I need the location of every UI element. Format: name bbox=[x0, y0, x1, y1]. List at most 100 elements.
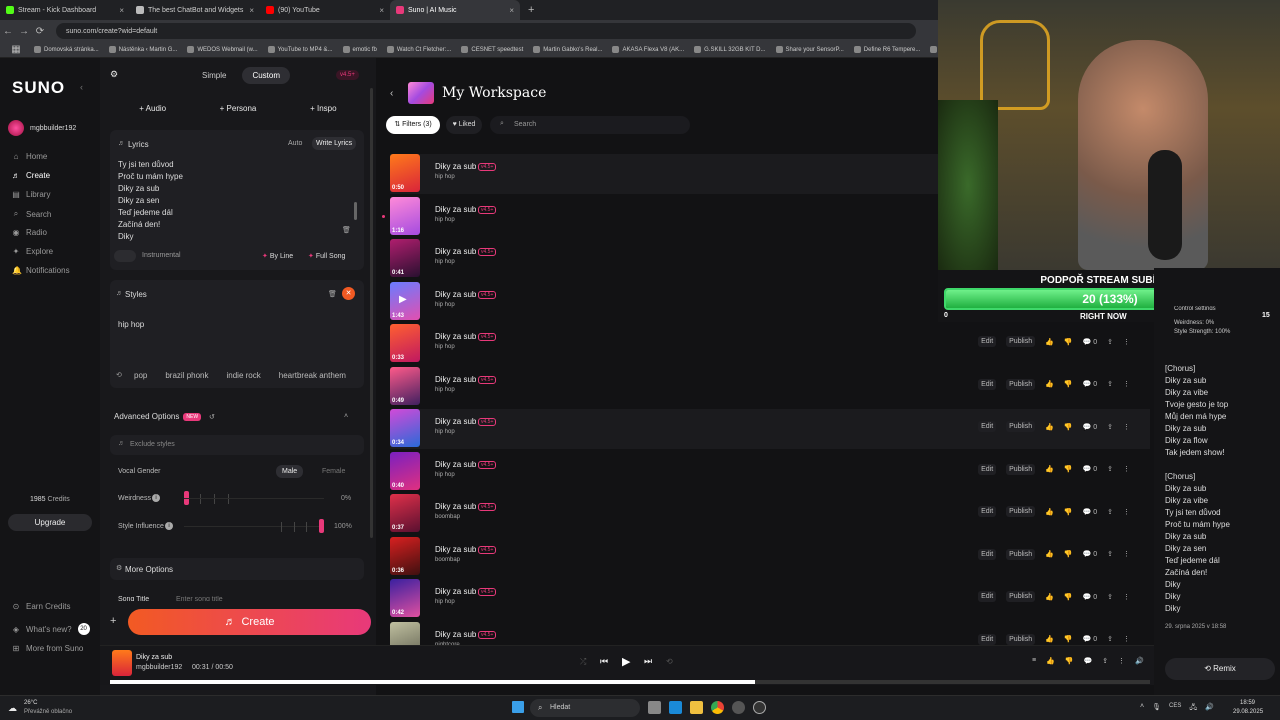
edit-button[interactable]: Edit bbox=[978, 463, 997, 475]
song-title[interactable]: Diky za sub bbox=[435, 502, 476, 511]
reset-icon[interactable]: ↺ bbox=[209, 413, 215, 421]
nav-bottom-item[interactable]: ◈ What's new? 20 bbox=[12, 623, 90, 635]
share-icon[interactable]: ⇪ bbox=[1107, 593, 1113, 601]
edit-button[interactable]: Edit bbox=[978, 548, 997, 560]
comment-count[interactable]: 💬 0 bbox=[1083, 423, 1098, 431]
more-icon[interactable]: ⋮ bbox=[1123, 593, 1130, 601]
add-audio-button[interactable]: + Audio bbox=[110, 98, 195, 120]
comment-count[interactable]: 💬 0 bbox=[1083, 593, 1098, 601]
share-icon[interactable]: ⇪ bbox=[1107, 380, 1113, 388]
bookmark[interactable]: WEDOS Webmail (w... bbox=[187, 46, 258, 53]
network-icon[interactable]: 🖧 bbox=[1189, 703, 1197, 714]
like-icon[interactable]: 👍 bbox=[1045, 635, 1054, 643]
bookmark[interactable]: Define R6 Tempere... bbox=[853, 46, 920, 53]
more-options[interactable]: ⚙ More Options bbox=[110, 558, 364, 580]
more-icon[interactable]: ⋮ bbox=[1123, 380, 1130, 388]
like-icon[interactable]: 👍 bbox=[1045, 550, 1054, 558]
song-title-input[interactable]: Enter song title bbox=[176, 596, 223, 601]
song-genre[interactable]: boombap bbox=[435, 557, 460, 563]
clear-styles-icon[interactable]: 🗑 bbox=[328, 290, 337, 298]
browser-tab[interactable]: Stream - Kick Dashboard × bbox=[0, 0, 130, 20]
style-tag[interactable]: heartbreak anthem bbox=[279, 371, 346, 380]
song-cover[interactable]: 1:16 bbox=[390, 196, 420, 235]
dislike-icon[interactable]: 👎 bbox=[1064, 593, 1073, 601]
new-tab-button[interactable]: + bbox=[528, 4, 534, 16]
close-tab-icon[interactable]: × bbox=[119, 6, 124, 15]
edit-button[interactable]: Edit bbox=[978, 378, 997, 390]
comment-count[interactable]: 💬 0 bbox=[1083, 338, 1098, 346]
explorer-icon[interactable] bbox=[690, 701, 703, 714]
language[interactable]: CES bbox=[1169, 703, 1181, 714]
bookmark[interactable]: YouTube to MP4 &... bbox=[267, 46, 333, 53]
back-icon[interactable]: ← bbox=[0, 26, 16, 37]
add-inspo-button[interactable]: + Inspo bbox=[281, 98, 366, 120]
share-icon[interactable]: ⇪ bbox=[1107, 635, 1113, 643]
nav-item-explore[interactable]: ✦ Explore bbox=[12, 247, 53, 256]
song-row[interactable]: 0:37 Diky za sub v4.5+ boombap Edit Publish 👍 👎… bbox=[390, 494, 1150, 534]
player-title[interactable]: Diky za sub bbox=[136, 654, 172, 661]
store-icon[interactable] bbox=[669, 701, 682, 714]
comment-icon[interactable]: 💬 bbox=[1084, 657, 1093, 665]
exclude-styles-input[interactable]: ♬ Exclude styles bbox=[110, 435, 364, 455]
nav-item-create[interactable]: ♬ Create bbox=[12, 171, 50, 180]
like-icon[interactable]: 👍 bbox=[1045, 423, 1054, 431]
dislike-icon[interactable]: 👎 bbox=[1065, 657, 1074, 665]
style-tag[interactable]: brazil phonk bbox=[165, 371, 208, 380]
publish-button[interactable]: Publish bbox=[1006, 633, 1036, 645]
randomize-styles-icon[interactable]: ✕ bbox=[342, 287, 355, 300]
comment-count[interactable]: 💬 0 bbox=[1083, 550, 1098, 558]
song-row[interactable]: 0:34 Diky za sub v4.5+ hip hop Edit Publish 👍 👎… bbox=[390, 409, 1150, 449]
edit-button[interactable]: Edit bbox=[978, 506, 997, 517]
style-influence-slider[interactable] bbox=[184, 519, 324, 533]
volume-icon[interactable]: 🔊 bbox=[1135, 657, 1144, 665]
song-cover[interactable]: 0:34 bbox=[390, 409, 420, 447]
browser-tab[interactable]: The best ChatBot and Widgets × bbox=[130, 0, 260, 20]
share-icon[interactable]: ⇪ bbox=[1107, 338, 1113, 346]
chrome-icon[interactable] bbox=[711, 701, 724, 714]
bookmark[interactable]: Domovská stránka... bbox=[34, 46, 99, 53]
song-genre[interactable]: hip hop bbox=[435, 174, 455, 180]
share-icon[interactable]: ⇪ bbox=[1107, 550, 1113, 558]
male-option[interactable]: Male bbox=[276, 465, 304, 478]
bookmark[interactable]: emotic fb bbox=[342, 46, 377, 53]
publish-button[interactable]: Publish bbox=[1006, 506, 1036, 517]
song-genre[interactable]: boombap bbox=[435, 514, 460, 520]
windows-start-icon[interactable] bbox=[512, 701, 524, 713]
dislike-icon[interactable]: 👎 bbox=[1064, 465, 1073, 473]
song-genre[interactable]: hip hop bbox=[435, 599, 455, 605]
bookmark[interactable]: Share your SensorP... bbox=[775, 46, 844, 53]
song-genre[interactable]: hip hop bbox=[435, 387, 455, 393]
dislike-icon[interactable]: 👎 bbox=[1064, 508, 1073, 516]
dislike-icon[interactable]: 👎 bbox=[1064, 423, 1073, 431]
forward-icon[interactable]: → bbox=[16, 26, 32, 37]
song-row[interactable]: 0:40 Diky za sub v4.5+ hip hop Edit Publish 👍 👎… bbox=[390, 451, 1150, 492]
song-genre[interactable]: hip hop bbox=[435, 259, 455, 265]
edit-button[interactable]: Edit bbox=[978, 421, 997, 432]
song-title[interactable]: Diky za sub bbox=[435, 587, 476, 596]
style-tag[interactable]: indie rock bbox=[227, 371, 261, 380]
publish-button[interactable]: Publish bbox=[1006, 336, 1036, 347]
like-icon[interactable]: 👍 bbox=[1045, 338, 1054, 346]
instrumental-toggle[interactable] bbox=[114, 250, 136, 262]
more-icon[interactable]: ⋮ bbox=[1123, 423, 1130, 431]
liked-button[interactable]: ♥ Liked bbox=[446, 116, 482, 134]
song-cover[interactable]: 0:40 bbox=[390, 451, 420, 490]
publish-button[interactable]: Publish bbox=[1006, 591, 1036, 602]
song-cover[interactable]: 0:42 bbox=[390, 579, 420, 617]
song-title[interactable]: Diky za sub bbox=[435, 375, 476, 384]
bookmark[interactable]: Watch Ct Fletcher:... bbox=[386, 46, 451, 53]
dislike-icon[interactable]: 👎 bbox=[1064, 550, 1073, 558]
mic-icon[interactable]: 🎙 bbox=[1152, 703, 1161, 714]
share-icon[interactable]: ⇪ bbox=[1102, 657, 1108, 665]
more-icon[interactable]: ⋮ bbox=[1123, 635, 1130, 643]
by-line-button[interactable]: ✦ By Line bbox=[262, 252, 293, 260]
like-icon[interactable]: 👍 bbox=[1045, 465, 1054, 473]
weirdness-slider[interactable] bbox=[184, 491, 324, 505]
version-badge[interactable]: v4.5+ bbox=[336, 70, 359, 80]
song-cover[interactable]: 0:50 bbox=[390, 154, 420, 192]
song-cover[interactable]: 0:49 bbox=[390, 366, 420, 405]
lyrics-textarea[interactable]: Ty jsi ten důvod Proč tu mám hype Diky za … bbox=[118, 159, 348, 243]
nav-item-radio[interactable]: ◉ Radio bbox=[12, 228, 47, 237]
song-row[interactable]: 0:36 Diky za sub v4.5+ boombap Edit Publish 👍 👎… bbox=[390, 536, 1150, 577]
song-genre[interactable]: hip hop bbox=[435, 302, 455, 308]
